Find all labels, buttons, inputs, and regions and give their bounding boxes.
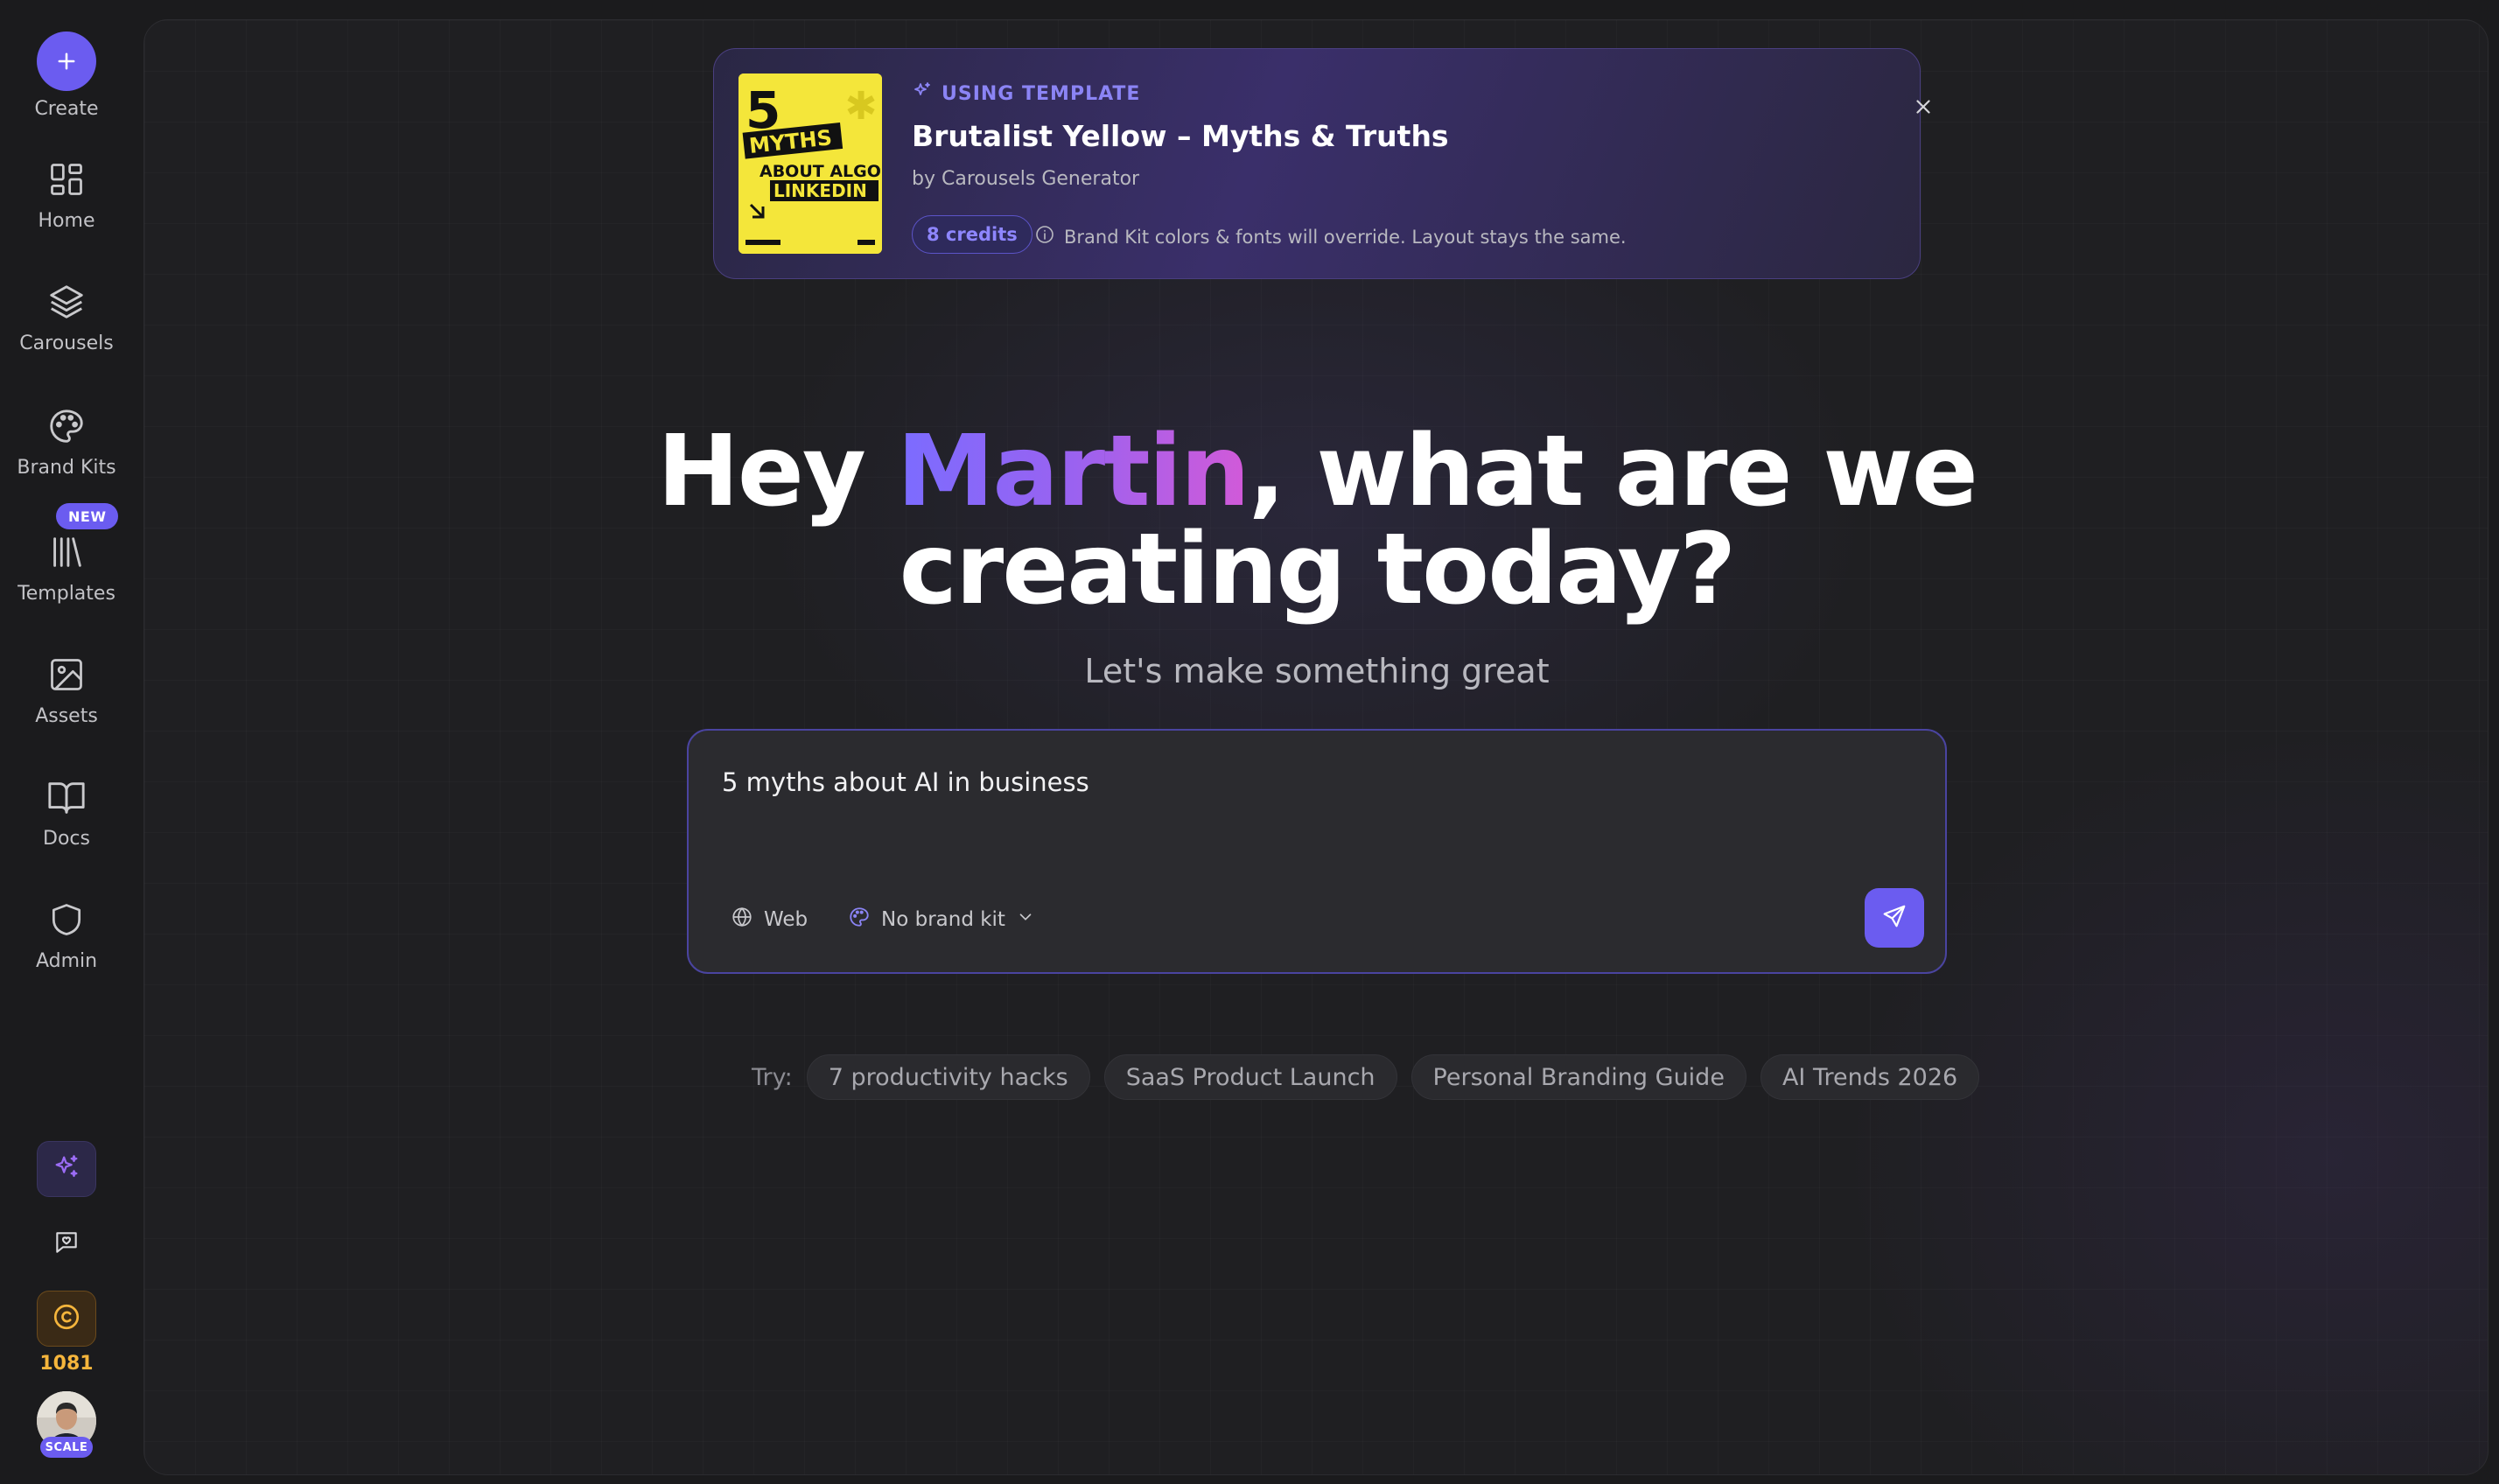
hero-heading: Hey Martin, what are we creating today? (144, 423, 2488, 619)
thumb-line3: LINKEDIN (774, 180, 867, 201)
hero-line2: creating today? (899, 513, 1737, 626)
chevron-down-icon (1016, 907, 1035, 932)
sidebar-item-templates[interactable]: Templates (0, 530, 133, 605)
web-toggle-label: Web (764, 908, 808, 931)
info-icon (1034, 224, 1055, 249)
using-template-text: USING TEMPLATE (942, 82, 1141, 105)
prompt-input[interactable] (722, 767, 1859, 797)
credit-balance: 1081 (39, 1353, 94, 1375)
sidebar-item-label: Admin (35, 950, 98, 972)
sidebar-item-label: Docs (43, 828, 90, 850)
ai-assistant-button[interactable] (37, 1141, 96, 1197)
palette-icon (45, 404, 88, 448)
web-toggle[interactable]: Web (731, 906, 808, 934)
sidebar-item-label: Brand Kits (17, 457, 116, 479)
suggestions-label: Try: (752, 1063, 793, 1091)
prompt-box: Web No brand kit (687, 729, 1947, 974)
send-icon (1881, 903, 1908, 933)
suggestion-chip[interactable]: SaaS Product Launch (1103, 1054, 1397, 1100)
sidebar-item-label: Carousels (19, 332, 114, 354)
sidebar-item-docs[interactable]: Docs (0, 775, 133, 850)
feedback-button[interactable] (37, 1216, 96, 1272)
template-thumbnail[interactable]: 5 ✱ MYTHS ABOUT ALGO LINKEDIN (738, 74, 882, 254)
message-heart-icon (52, 1228, 80, 1260)
sidebar: Create Home Carousels Brand Kits NEW Tem… (0, 0, 133, 1484)
sidebar-item-label: Templates (18, 583, 116, 605)
sidebar-item-admin[interactable]: Admin (0, 898, 133, 972)
brand-kit-select[interactable]: No brand kit (848, 906, 1035, 934)
plus-icon (37, 32, 96, 91)
close-template-button[interactable] (1906, 91, 1941, 126)
book-open-icon (45, 775, 88, 819)
suggestion-chip[interactable]: AI Trends 2026 (1760, 1054, 1980, 1100)
template-title: Brutalist Yellow – Myths & Truths (912, 119, 1449, 153)
dashboard-icon (45, 158, 88, 201)
shield-icon (45, 898, 88, 942)
sidebar-item-assets[interactable]: Assets (0, 653, 133, 727)
new-badge: NEW (56, 503, 119, 529)
thumb-line2: ABOUT ALGO (760, 162, 881, 181)
credits-button[interactable] (37, 1291, 96, 1347)
sidebar-item-create[interactable]: Create (0, 32, 133, 120)
hero-subtitle: Let's make something great (1084, 652, 1550, 690)
override-note: Brand Kit colors & fonts will override. … (1034, 224, 1627, 249)
using-template-label: USING TEMPLATE (912, 80, 1140, 107)
palette-icon (848, 906, 871, 934)
sparkles-icon (52, 1152, 81, 1186)
suggestion-chip[interactable]: 7 productivity hacks (806, 1054, 1090, 1100)
send-button[interactable] (1865, 888, 1924, 948)
library-icon (45, 530, 88, 574)
plan-badge: SCALE (40, 1437, 93, 1458)
coin-icon (51, 1301, 82, 1336)
brand-kit-label: No brand kit (881, 908, 1005, 931)
globe-icon (731, 906, 753, 934)
image-icon (45, 653, 88, 696)
template-banner: 5 ✱ MYTHS ABOUT ALGO LINKEDIN USING TEMP… (713, 48, 1930, 279)
template-author: by Carousels Generator (912, 168, 1140, 190)
main-panel: 5 ✱ MYTHS ABOUT ALGO LINKEDIN USING TEMP… (144, 19, 2488, 1475)
sidebar-item-brand-kits[interactable]: Brand Kits (0, 404, 133, 479)
svg-text:✱: ✱ (845, 84, 878, 129)
sidebar-item-label: Home (38, 210, 95, 232)
template-credits-badge: 8 credits (912, 215, 1032, 254)
sidebar-item-label: Assets (35, 705, 98, 727)
hero-greeting-prefix: Hey (657, 415, 897, 528)
sidebar-item-carousels[interactable]: Carousels (0, 280, 133, 354)
sparkles-icon (912, 80, 933, 107)
layers-icon (45, 280, 88, 324)
suggestion-chip[interactable]: Personal Branding Guide (1410, 1054, 1746, 1100)
override-note-text: Brand Kit colors & fonts will override. … (1064, 226, 1627, 248)
sidebar-item-home[interactable]: Home (0, 158, 133, 232)
close-icon (1912, 95, 1935, 122)
sidebar-item-label: Create (34, 98, 99, 120)
hero-user-name: Martin (896, 415, 1250, 528)
suggestions-row: Try: 7 productivity hacks SaaS Product L… (752, 1054, 1980, 1100)
hero-greeting-suffix: , what are we (1248, 415, 1978, 528)
